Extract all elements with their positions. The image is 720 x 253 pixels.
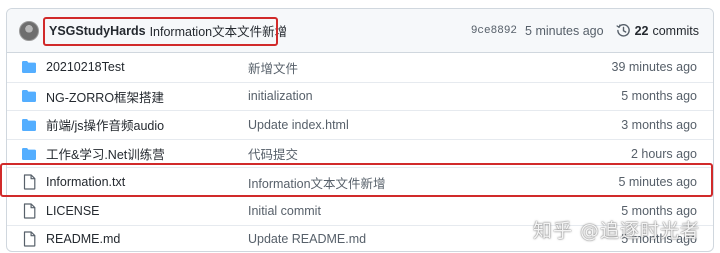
last-commit-age: 3 months ago	[621, 117, 697, 132]
file-name-link[interactable]: 工作&学习.Net训练营	[46, 144, 165, 163]
folder-icon	[21, 117, 37, 133]
last-commit-message-link[interactable]: Information文本文件新增	[248, 173, 386, 192]
last-commit-age: 5 minutes ago	[618, 175, 697, 190]
commit-message[interactable]: Information文本文件新增	[150, 21, 288, 40]
avatar[interactable]	[19, 20, 39, 41]
last-commit-message-link[interactable]: 新增文件	[248, 58, 298, 77]
folder-icon	[21, 146, 37, 162]
commits-count: 22	[634, 23, 649, 38]
last-commit-age: 2 hours ago	[630, 146, 697, 161]
file-name-link[interactable]: README.md	[46, 232, 120, 246]
file-name-link[interactable]: 前端/js操作音频audio	[46, 115, 164, 134]
last-commit-message-link[interactable]: 代码提交	[248, 144, 298, 163]
file-name-link[interactable]: LICENSE	[46, 204, 100, 218]
file-name-link[interactable]: 20210218Test	[46, 60, 125, 74]
last-commit-age: 5 months ago	[621, 203, 697, 218]
file-row[interactable]: 工作&学习.Net训练营 代码提交 2 hours ago	[7, 138, 713, 168]
last-commit-message-link[interactable]: Initial commit	[248, 204, 321, 218]
file-row[interactable]: Information.txt Information文本文件新增 5 minute…	[7, 167, 713, 196]
file-icon	[21, 231, 37, 247]
commit-sha[interactable]: 9ce8892	[471, 25, 517, 37]
file-icon	[21, 203, 37, 219]
last-commit-message-link[interactable]: Update README.md	[248, 232, 366, 246]
file-icon	[21, 174, 37, 190]
file-row[interactable]: LICENSE Initial commit 5 months ago	[7, 195, 713, 225]
folder-icon	[21, 88, 37, 104]
commit-time: 5 minutes ago	[525, 23, 604, 38]
commit-details: 9ce8892 5 minutes ago 22 commits	[471, 23, 699, 38]
file-browser: YSGStudyHards Information文本文件新增 9ce8892 …	[6, 8, 714, 252]
file-name-link[interactable]: NG-ZORRO框架搭建	[46, 87, 164, 106]
commits-history-link[interactable]: 22 commits	[616, 23, 699, 38]
file-row[interactable]: 前端/js操作音频audio Update index.html 3 months …	[7, 110, 713, 139]
file-row[interactable]: README.md Update README.md 5 months ago	[7, 224, 713, 251]
last-commit-age: 5 months ago	[621, 89, 697, 104]
commits-label: commits	[652, 23, 699, 38]
commit-author[interactable]: YSGStudyHards	[49, 24, 146, 38]
folder-icon	[21, 59, 37, 75]
file-list: 20210218Test 新增文件 39 minutes ago NG-ZORRO框架…	[7, 53, 713, 251]
history-icon	[616, 24, 630, 37]
last-commit-message-link[interactable]: Update index.html	[248, 118, 349, 132]
file-row[interactable]: 20210218Test 新增文件 39 minutes ago	[7, 53, 713, 82]
last-commit-message-link[interactable]: initialization	[248, 89, 313, 103]
latest-commit-bar: YSGStudyHards Information文本文件新增 9ce8892 …	[7, 9, 713, 53]
file-name-link[interactable]: Information.txt	[46, 175, 125, 189]
file-row[interactable]: NG-ZORRO框架搭建 initialization 5 months ago	[7, 81, 713, 111]
last-commit-age: 5 months ago	[621, 232, 697, 247]
last-commit-age: 39 minutes ago	[611, 60, 697, 75]
